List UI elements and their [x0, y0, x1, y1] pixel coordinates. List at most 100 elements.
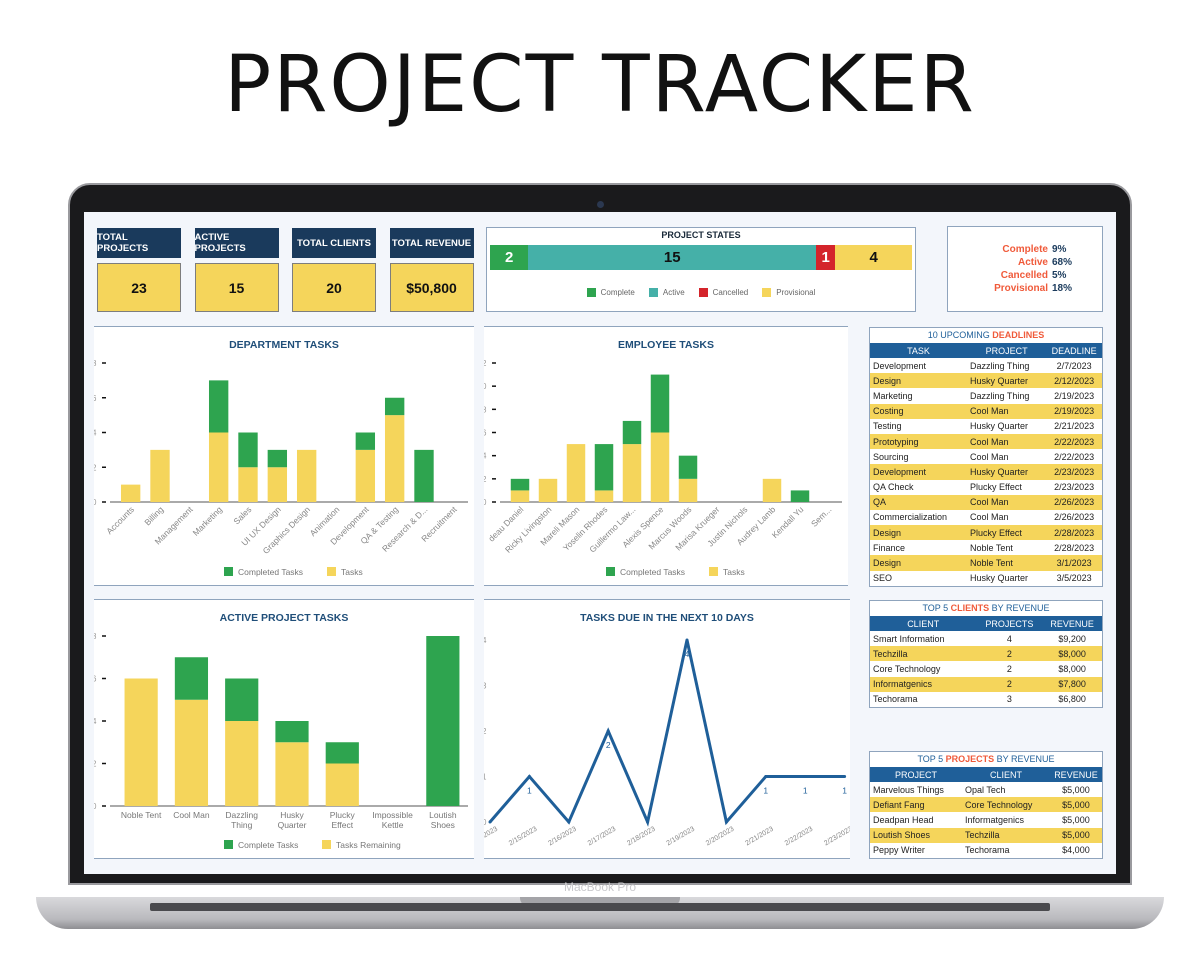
kpi-label: TOTAL PROJECTS: [97, 228, 181, 258]
table-cell: QA Check: [873, 482, 914, 493]
state-percentage-row: Complete 9%: [978, 243, 1072, 256]
table-cell: 2/19/2023: [1046, 403, 1102, 419]
table-cell: Commercialization: [873, 512, 948, 523]
x-tick-label: 2/19/2023: [666, 826, 697, 848]
data-label: 4: [685, 649, 690, 659]
table-cell: Husky Quarter: [969, 573, 1028, 584]
table-cell: Development: [873, 360, 927, 371]
bar-tasks: [538, 478, 558, 502]
table-cell: Defiant Fang: [870, 797, 963, 813]
bar-tasks: [150, 449, 170, 502]
kpi-label: TOTAL CLIENTS: [292, 228, 376, 258]
department-tasks-chart: DEPARTMENT TASKS 0 2 4 6 8 Accounts Billing Mana…: [92, 326, 474, 586]
table-header-row: PROJECT CLIENT REVENUE: [870, 767, 1102, 782]
bar-completed-tasks: [238, 432, 258, 468]
table-cell: Noble Tent: [966, 555, 1047, 571]
x-tick-label: Billing: [142, 504, 165, 527]
y-tick-label: 4: [484, 452, 487, 461]
table-row: Techzilla 2 $8,000: [870, 646, 1102, 662]
table-cell: 2: [1006, 663, 1012, 674]
legend-item: Cancelled: [698, 288, 748, 298]
table-cell: SEO: [873, 573, 893, 584]
bar-tasks: [120, 484, 141, 502]
table-cell: Costing: [870, 403, 967, 419]
column-header: DEADLINE: [1046, 343, 1102, 358]
bar-complete-tasks: [225, 678, 259, 721]
top-clients-grid: CLIENT PROJECTS REVENUE Smart Information 4 $…: [870, 616, 1102, 707]
table-row: Loutish Shoes Techzilla $5,000: [870, 827, 1102, 843]
legend-item: Provisional: [762, 288, 815, 298]
state-segment-provisional: 4: [835, 245, 912, 270]
x-tick-label-line: Thing: [231, 820, 253, 830]
top-projects-grid: PROJECT CLIENT REVENUE Marvelous Things Opal…: [870, 767, 1102, 858]
table-row: SEO Husky Quarter 3/5/2023: [870, 571, 1102, 586]
bar-tasks-remaining: [225, 721, 259, 806]
legend-swatch: [322, 840, 331, 849]
bar-tasks: [566, 444, 586, 502]
table-row: Development Dazzling Thing 2/7/2023: [870, 358, 1102, 373]
y-tick-label: 6: [94, 394, 97, 403]
x-tick-label-line: Dazzling: [225, 810, 258, 820]
bar-tasks: [622, 444, 642, 502]
table-header-row: TASK PROJECT DEADLINE: [870, 343, 1102, 358]
bar-completed-tasks: [678, 455, 698, 479]
column-header: PROJECT: [870, 767, 963, 782]
legend-swatch: [709, 567, 718, 576]
bar-tasks: [762, 478, 782, 502]
active-project-tasks-chart: ACTIVE PROJECT TASKS 0 2 4 6 8 Noble Tent Cool …: [92, 599, 474, 859]
column-header: REVENUE: [1042, 616, 1102, 631]
column-header: PROJECT: [966, 343, 1047, 358]
table-cell: 2: [976, 646, 1043, 662]
table-cell: Design: [870, 373, 967, 389]
chart-title: TASKS DUE IN THE NEXT 10 DAYS: [580, 612, 754, 624]
state-percentages-panel: Complete 9% Active 68% Cancelled 5% Provisiona…: [947, 226, 1103, 312]
table-cell: $5,000: [1049, 797, 1102, 813]
data-label: 1: [803, 786, 808, 796]
table-cell: Marvelous Things: [873, 784, 944, 795]
x-tick-label-line: Husky: [280, 810, 304, 820]
data-point: [567, 820, 571, 824]
state-percentage-value: 5%: [1051, 270, 1067, 281]
y-tick-label: 4: [484, 636, 487, 645]
state-segment-cancelled: 1: [816, 245, 836, 270]
table-cell: Prototyping: [870, 433, 967, 450]
kpi-value: 15: [194, 263, 279, 312]
column-header: CLIENT: [870, 616, 977, 631]
table-cell: 2: [976, 676, 1043, 692]
table-cell: Peppy Writer: [873, 845, 925, 856]
y-tick-label: 0: [484, 818, 487, 827]
table-cell: $6,800: [1058, 694, 1086, 705]
table-row: QA Check Plucky Effect 2/23/2023: [870, 480, 1102, 495]
legend-label: Tasks: [341, 567, 363, 577]
camera-icon: [597, 201, 604, 208]
state-segment-active: 15: [528, 245, 817, 270]
column-header: REVENUE: [1049, 767, 1102, 782]
legend-swatch: [648, 288, 658, 298]
table-row: Prototyping Cool Man 2/22/2023: [870, 433, 1102, 450]
x-tick-label: Accounts: [104, 504, 136, 536]
legend-swatch: [698, 288, 708, 298]
table-row: Marvelous Things Opal Tech $5,000: [870, 782, 1102, 797]
x-tick-label: Cool Man: [173, 810, 210, 820]
y-tick-label: 6: [94, 675, 97, 684]
x-tick-label: 2/15/2023: [508, 826, 539, 848]
x-tick-label: Marketing: [191, 504, 225, 538]
table-cell: Plucky Effect: [966, 525, 1047, 541]
table-cell: 2/21/2023: [1054, 421, 1095, 432]
deadlines-grid: TASK PROJECT DEADLINE Development Dazzling T…: [870, 343, 1102, 586]
table-cell: Husky Quarter: [966, 464, 1047, 480]
table-cell: Core Technology: [962, 797, 1050, 813]
deadlines-title: 10 UPCOMING DEADLINES: [870, 328, 1102, 343]
state-percentage-row: Cancelled 5%: [978, 269, 1072, 282]
table-row: Peppy Writer Techorama $4,000: [870, 843, 1102, 858]
legend-swatch: [224, 567, 233, 576]
kpi-value: 23: [97, 263, 181, 312]
state-percentage-label: Complete: [1002, 244, 1048, 255]
legend-label: Tasks: [723, 567, 745, 577]
bar-completed-tasks: [355, 432, 376, 450]
x-tick-label: Sem...: [809, 504, 833, 528]
y-tick-label: 4: [94, 717, 97, 726]
table-cell: Design: [870, 555, 967, 571]
table-cell: $8,000: [1042, 646, 1102, 662]
y-tick-label: 4: [94, 429, 97, 438]
